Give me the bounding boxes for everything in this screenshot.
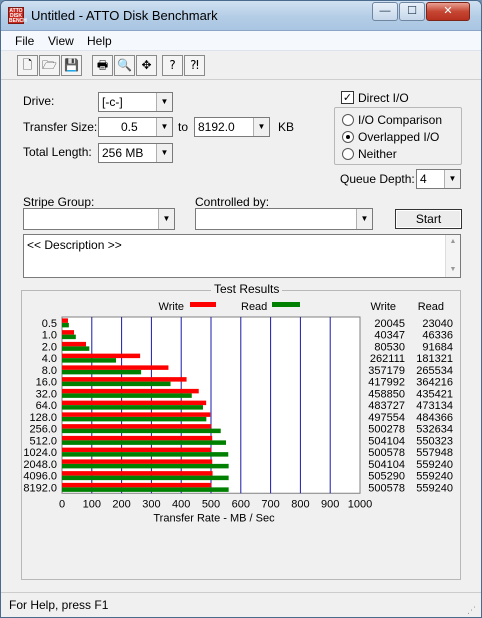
- stripe-group-label: Stripe Group:: [23, 195, 95, 209]
- queue-depth-label: Queue Depth:: [340, 172, 415, 186]
- maximize-button[interactable]: ☐: [399, 2, 425, 21]
- window-title: Untitled - ATTO Disk Benchmark: [31, 8, 218, 23]
- start-button[interactable]: Start: [395, 209, 462, 229]
- transfer-size-from-select[interactable]: 0.5 ▼: [98, 117, 173, 137]
- minimize-button[interactable]: —: [372, 2, 398, 21]
- title-bar[interactable]: ATTO DISK BENCH Untitled - ATTO Disk Ben…: [1, 1, 481, 31]
- overlapped-io-label: Overlapped I/O: [358, 130, 440, 144]
- overlapped-io-radio[interactable]: [342, 131, 354, 143]
- app-window: ATTO DISK BENCH Untitled - ATTO Disk Ben…: [0, 0, 482, 618]
- drive-value: [-c-]: [102, 95, 123, 109]
- print-icon[interactable]: 🖶: [92, 55, 113, 76]
- description-text: << Description >>: [27, 238, 122, 252]
- status-text: For Help, press F1: [9, 598, 109, 612]
- transfer-size-from-value: 0.5: [121, 120, 138, 134]
- neither-radio[interactable]: [342, 148, 354, 160]
- atto-app-icon: ATTO DISK BENCH: [8, 7, 27, 24]
- io-comparison-label: I/O Comparison: [358, 113, 443, 127]
- chevron-down-icon[interactable]: ▼: [156, 118, 172, 136]
- description-textarea[interactable]: << Description >> ▲ ▼: [23, 234, 461, 278]
- queue-depth-value: 4: [420, 172, 427, 186]
- print-preview-icon[interactable]: 🔍: [114, 55, 135, 76]
- chevron-down-icon[interactable]: ▼: [253, 118, 269, 136]
- direct-io-checkbox[interactable]: ✓: [341, 91, 354, 104]
- menu-file[interactable]: File: [15, 34, 34, 48]
- scroll-down-icon[interactable]: ▼: [446, 263, 460, 277]
- status-bar: For Help, press F1 ⋰: [1, 592, 481, 617]
- chevron-down-icon[interactable]: ▼: [156, 144, 172, 162]
- toolbar: 🗋 🗁 💾 🖶 🔍 ✥ ? ⁈: [1, 52, 481, 80]
- stripe-group-select[interactable]: ▼: [23, 208, 175, 230]
- transfer-size-to-value: 8192.0: [198, 120, 235, 134]
- chevron-down-icon[interactable]: ▼: [158, 209, 174, 229]
- chevron-down-icon[interactable]: ▼: [356, 209, 372, 229]
- scroll-track[interactable]: [446, 249, 460, 263]
- chevron-down-icon[interactable]: ▼: [156, 93, 172, 111]
- menu-help[interactable]: Help: [87, 34, 112, 48]
- new-icon[interactable]: 🗋: [17, 55, 38, 76]
- test-results-group: Test Results: [21, 282, 461, 580]
- test-results-title: Test Results: [211, 282, 283, 296]
- save-icon[interactable]: 💾: [61, 55, 82, 76]
- transfer-unit-label: KB: [278, 120, 295, 134]
- help-icon[interactable]: ?: [162, 55, 183, 76]
- close-button[interactable]: ✕: [426, 2, 470, 21]
- drive-label: Drive:: [23, 94, 55, 108]
- scroll-up-icon[interactable]: ▲: [446, 235, 460, 249]
- menu-bar: File View Help: [1, 31, 481, 51]
- total-length-select[interactable]: 256 MB ▼: [98, 143, 173, 163]
- total-length-label: Total Length:: [23, 145, 92, 159]
- direct-io-label: Direct I/O: [358, 91, 409, 105]
- menu-view[interactable]: View: [48, 34, 74, 48]
- transfer-size-to-select[interactable]: 8192.0 ▼: [194, 117, 270, 137]
- controlled-by-select[interactable]: ▼: [195, 208, 373, 230]
- resize-grip-icon[interactable]: ⋰: [467, 605, 477, 615]
- drive-select[interactable]: [-c-] ▼: [98, 92, 173, 112]
- chevron-down-icon[interactable]: ▼: [444, 170, 460, 188]
- total-length-value: 256 MB: [102, 146, 144, 160]
- open-icon[interactable]: 🗁: [39, 55, 60, 76]
- context-help-icon[interactable]: ⁈: [184, 55, 205, 76]
- transfer-to-label: to: [178, 120, 189, 134]
- queue-depth-select[interactable]: 4 ▼: [416, 169, 461, 189]
- controlled-by-label: Controlled by:: [195, 195, 270, 209]
- description-scrollbar[interactable]: ▲ ▼: [445, 235, 460, 277]
- move-icon[interactable]: ✥: [136, 55, 157, 76]
- io-comparison-radio[interactable]: [342, 114, 354, 126]
- neither-label: Neither: [358, 147, 397, 161]
- transfer-size-label: Transfer Size:: [23, 120, 98, 134]
